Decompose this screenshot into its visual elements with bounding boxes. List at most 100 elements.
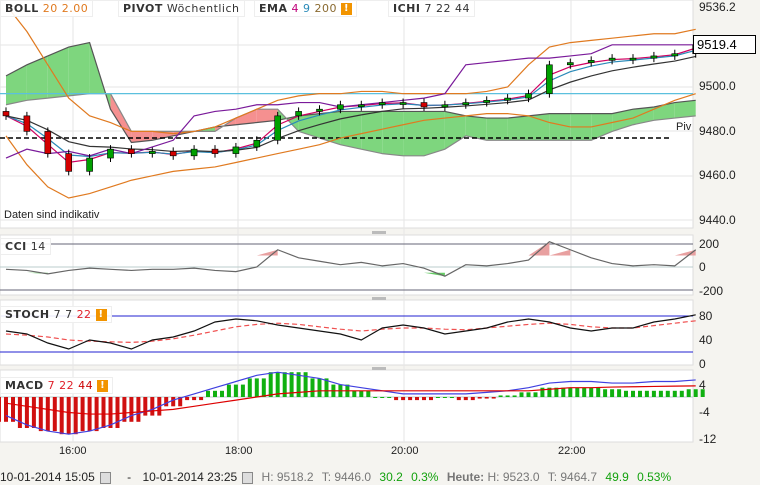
macd-histogram-bar: [136, 397, 141, 422]
price-tick: 9460.0: [699, 168, 736, 182]
macd-histogram-bar: [610, 389, 615, 397]
macd-histogram-bar: [101, 397, 106, 428]
date-to[interactable]: 10-01-2014 23:25: [142, 470, 237, 484]
price-tick: 9536.2: [699, 0, 736, 14]
macd-histogram-bar: [589, 387, 594, 397]
candle: [2, 111, 10, 117]
date-from[interactable]: 10-01-2014 15:05: [0, 470, 95, 484]
macd-histogram-bar: [387, 397, 392, 398]
macd-tick: 4: [699, 378, 706, 392]
macd-histogram-bar: [150, 397, 155, 416]
macd-histogram-bar: [491, 397, 496, 399]
macd-histogram-bar: [380, 397, 385, 398]
macd-histogram-bar: [213, 390, 217, 397]
macd-histogram-bar: [603, 389, 608, 397]
macd-histogram-bar: [408, 397, 413, 401]
macd-histogram-bar: [66, 397, 71, 435]
macd-histogram-bar: [442, 397, 447, 398]
price-tick: 9500.0: [699, 79, 736, 93]
calendar-icon[interactable]: [242, 471, 254, 484]
today-change: 49.9: [605, 470, 629, 484]
macd-histogram-bar: [59, 397, 64, 435]
pivot-label: Piv: [676, 121, 692, 133]
macd-histogram-bar: [582, 387, 587, 397]
macd-histogram-bar: [429, 397, 433, 401]
chart-canvas[interactable]: [0, 0, 760, 470]
macd-histogram-bar: [164, 397, 169, 407]
legend-cci[interactable]: CCI 14: [0, 238, 51, 255]
macd-histogram-bar: [0, 397, 1, 422]
today-low: T: 9464.7: [547, 470, 598, 484]
macd-histogram-bar: [52, 397, 57, 432]
candle: [337, 104, 344, 110]
stoch-tick: 0: [699, 357, 706, 371]
macd-histogram-bar: [624, 390, 628, 397]
macd-histogram-bar: [470, 397, 475, 401]
candle: [65, 153, 72, 172]
macd-histogram-bar: [519, 392, 524, 397]
macd-histogram-bar: [317, 378, 322, 397]
candle: [44, 131, 52, 154]
legend-pivot[interactable]: PIVOT Wöchentlich: [118, 0, 245, 17]
macd-histogram-bar: [568, 387, 573, 397]
panel-resize-handle: [372, 297, 386, 300]
time-tick: 18:00: [225, 445, 253, 457]
macd-histogram-bar: [254, 378, 259, 397]
macd-histogram-bar: [631, 390, 635, 397]
legend-boll[interactable]: BOLL 20 2.00: [0, 0, 94, 17]
macd-histogram-bar: [247, 378, 252, 397]
candle: [525, 93, 532, 99]
macd-histogram-bar: [352, 390, 357, 397]
macd-histogram-bar: [617, 389, 622, 397]
today-change-pct: 0.53%: [637, 470, 672, 484]
macd-histogram-bar: [359, 390, 364, 397]
ichimoku-cloud-segment: [68, 42, 90, 96]
macd-histogram-bar: [596, 387, 601, 397]
legend-stoch[interactable]: STOCH 7 7 22 !: [0, 306, 112, 323]
legend-macd[interactable]: MACD 7 22 44 !: [0, 377, 114, 394]
macd-histogram-bar: [45, 397, 50, 432]
candle: [546, 64, 553, 94]
ichimoku-cloud-segment: [486, 118, 508, 141]
macd-histogram-bar: [575, 387, 580, 397]
macd-histogram-bar: [226, 384, 231, 397]
legend-ema[interactable]: EMA 4 9 200 !: [254, 0, 357, 17]
candle: [316, 108, 323, 112]
macd-histogram-bar: [477, 397, 482, 399]
panel-resize-handle: [372, 367, 386, 370]
legend-ichi[interactable]: ICHI 7 22 44: [388, 0, 475, 17]
macd-histogram-bar: [672, 390, 677, 397]
period-change-pct: 0.3%: [411, 470, 439, 484]
candle: [190, 148, 198, 157]
macd-histogram-bar: [171, 397, 176, 407]
candle: [378, 102, 386, 106]
ichimoku-cloud-segment: [507, 115, 529, 141]
macd-histogram-bar: [240, 384, 245, 397]
macd-histogram-bar: [651, 390, 656, 397]
macd-histogram-bar: [533, 392, 538, 397]
candle: [462, 102, 470, 106]
warning-icon[interactable]: !: [97, 380, 109, 392]
warning-icon[interactable]: !: [340, 3, 352, 15]
candle: [23, 115, 31, 132]
calendar-icon[interactable]: [99, 471, 111, 484]
price-tick: 9480.0: [699, 124, 736, 138]
macd-histogram-bar: [185, 397, 190, 401]
macd-histogram-bar: [366, 390, 371, 397]
macd-tick: -4: [699, 405, 710, 419]
date-separator: -: [127, 470, 132, 484]
last-price-marker: 9519.4: [693, 35, 756, 54]
macd-histogram-bar: [435, 397, 440, 398]
macd-histogram-bar: [422, 397, 426, 401]
candle: [107, 148, 114, 159]
macd-histogram-bar: [463, 397, 468, 401]
macd-histogram-bar: [108, 397, 113, 428]
candle: [608, 57, 616, 61]
macd-histogram-bar: [143, 397, 148, 416]
warning-icon[interactable]: !: [95, 309, 107, 321]
macd-histogram-bar: [415, 397, 419, 401]
macd-histogram-bar: [449, 397, 454, 398]
macd-histogram-bar: [199, 397, 204, 401]
macd-histogram-bar: [220, 390, 224, 397]
candle: [274, 115, 282, 141]
